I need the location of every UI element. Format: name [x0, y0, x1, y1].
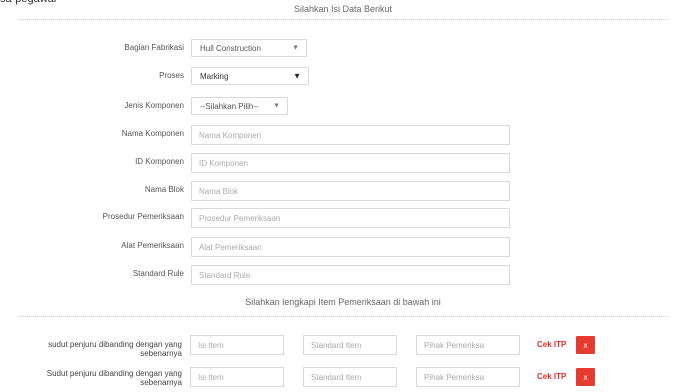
jenis-komponen-value: --Silahkan Pilih-- [200, 101, 259, 111]
pihak-pemeriksa-input[interactable] [416, 335, 520, 355]
standard-item-input[interactable] [303, 367, 397, 387]
caret-down-icon: ▼ [292, 44, 299, 52]
bagian-fabrikasi-label: Bagian Fabrikasi [124, 43, 184, 52]
prosedur-pemeriksaan-label: Prosedur Pemeriksaan [102, 212, 184, 221]
standard-rule-input[interactable] [191, 265, 510, 285]
caret-down-icon: ▼ [293, 71, 301, 81]
jenis-komponen-select[interactable]: --Silahkan Pilih-- ▼ [191, 97, 288, 115]
proses-label: Proses [159, 71, 184, 80]
items-section-title: Silahkan lengkapi Item Pemeriksaan di ba… [245, 297, 441, 307]
proses-select[interactable]: Marking ▼ [191, 67, 309, 85]
form-title: Silahkan Isi Data Berikut [293, 4, 393, 14]
standard-item-input[interactable] [303, 335, 397, 355]
top-divider [18, 19, 668, 20]
nama-blok-label: Nama Blok [144, 185, 184, 194]
nama-blok-input[interactable] [191, 181, 510, 201]
proses-value: Marking [200, 71, 229, 81]
prosedur-pemeriksaan-input[interactable] [191, 208, 510, 228]
items-divider [18, 316, 668, 317]
item-label: Sudut penjuru dibanding dengan yang sebe… [46, 369, 182, 387]
nama-komponen-label: Nama Komponen [121, 129, 184, 138]
cek-itp-link[interactable]: Cek ITP [537, 372, 566, 381]
jenis-komponen-label: Jenis Komponen [124, 101, 184, 110]
id-komponen-label: ID Komponen [135, 157, 184, 166]
alat-pemeriksaan-label: Alat Pemeriksaan [121, 241, 184, 250]
cek-itp-link[interactable]: Cek ITP [537, 340, 566, 349]
caret-down-icon: ▼ [273, 102, 280, 110]
bagian-fabrikasi-select[interactable]: Hull Construction ▼ [191, 39, 307, 57]
isi-item-input[interactable] [190, 335, 284, 355]
item-label: sudut penjuru dibanding dengan yang sebe… [48, 340, 182, 358]
nama-komponen-input[interactable] [191, 125, 510, 145]
remove-item-button[interactable]: x [576, 368, 595, 386]
standard-rule-label: Standard Rule [132, 269, 184, 278]
remove-item-button[interactable]: x [576, 336, 595, 354]
alat-pemeriksaan-input[interactable] [191, 237, 510, 257]
bagian-fabrikasi-value: Hull Construction [200, 43, 261, 53]
pihak-pemeriksa-input[interactable] [416, 367, 520, 387]
id-komponen-input[interactable] [191, 153, 510, 173]
isi-item-input[interactable] [190, 367, 284, 387]
